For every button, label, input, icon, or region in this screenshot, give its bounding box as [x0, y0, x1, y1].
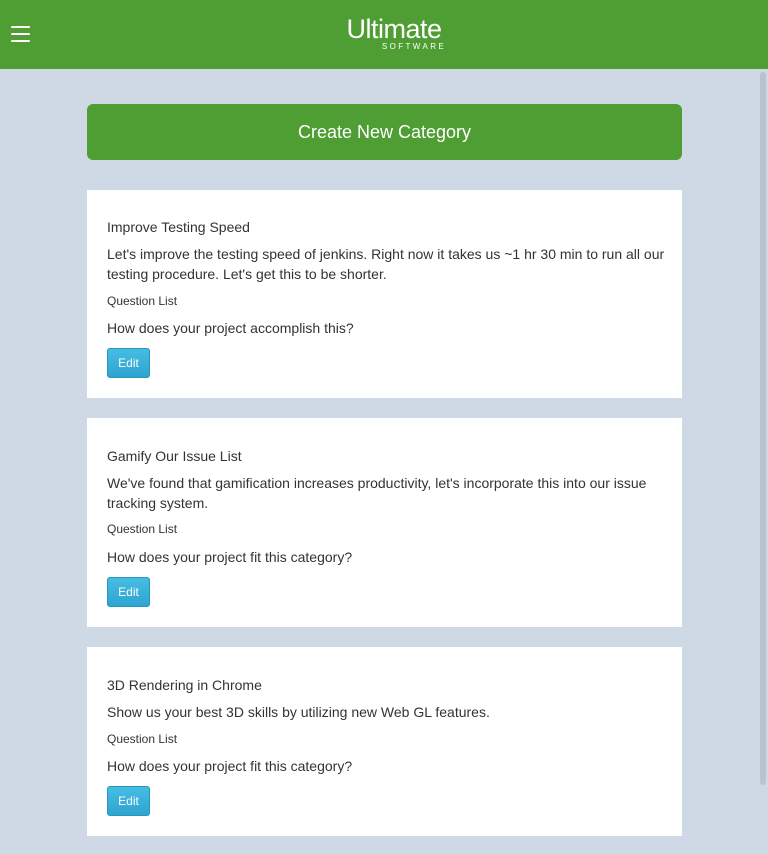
category-card: Gamify Our Issue List We've found that g… — [87, 418, 682, 627]
category-title: Improve Testing Speed — [107, 219, 250, 235]
category-description: Let's improve the testing speed of jenki… — [107, 246, 665, 282]
category-question: How does your project accomplish this? — [107, 320, 354, 336]
category-description: We've found that gamification increases … — [107, 475, 647, 511]
question-list-label: Question List — [107, 294, 178, 308]
category-question: How does your project fit this category? — [107, 549, 353, 565]
ultimate-software-logo[interactable]: Ultimate SOFTWARE — [294, 14, 494, 58]
hamburger-menu-icon[interactable] — [11, 24, 30, 44]
category-question: How does your project fit this category? — [107, 758, 353, 774]
create-new-category-button[interactable]: Create New Category — [87, 104, 682, 160]
question-list-label: Question List — [107, 732, 178, 746]
category-title: 3D Rendering in Chrome — [107, 677, 262, 693]
question-list-label: Question List — [107, 522, 178, 536]
top-navigation-bar: Ultimate SOFTWARE — [0, 0, 768, 69]
edit-button[interactable]: Edit — [107, 348, 150, 378]
category-description: Show us your best 3D skills by utilizing… — [107, 704, 490, 720]
category-card: 3D Rendering in Chrome Show us your best… — [87, 647, 682, 836]
edit-button[interactable]: Edit — [107, 577, 150, 607]
scrollbar-thumb[interactable] — [760, 72, 766, 785]
logo-subtitle: SOFTWARE — [381, 42, 447, 51]
logo-wordmark: Ultimate — [346, 14, 442, 44]
category-title: Gamify Our Issue List — [107, 448, 242, 464]
category-card: Improve Testing Speed Let's improve the … — [87, 190, 682, 398]
edit-button[interactable]: Edit — [107, 786, 150, 816]
